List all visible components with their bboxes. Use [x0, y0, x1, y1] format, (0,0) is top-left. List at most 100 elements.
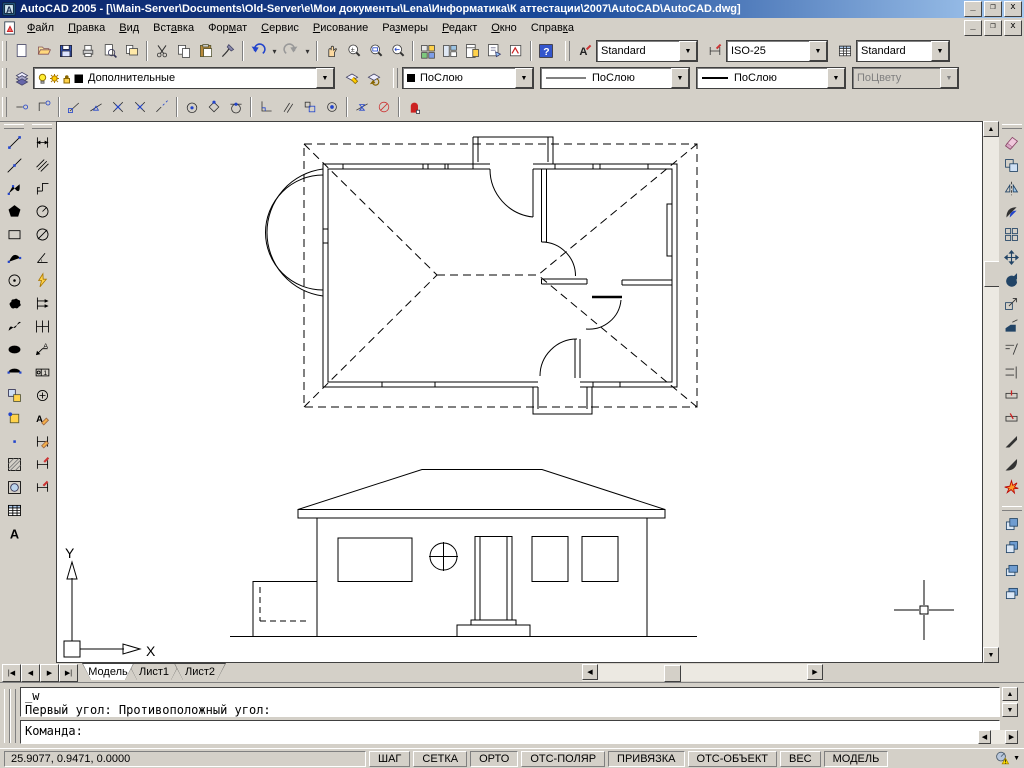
dim-ordinate-button[interactable] — [31, 177, 53, 200]
properties-button[interactable] — [417, 40, 439, 62]
layers-toolbar-grip[interactable] — [2, 68, 7, 88]
tab-model[interactable]: Модель — [82, 663, 134, 680]
send-to-back-button[interactable] — [1001, 536, 1023, 559]
snap-none-button[interactable] — [373, 96, 395, 118]
next-tab-button[interactable]: ▶ — [40, 664, 59, 682]
command-h-scrollbar[interactable]: ◀ ▶ — [978, 730, 1018, 744]
hatch-button[interactable] — [3, 453, 25, 476]
layer-previous-button[interactable] — [363, 67, 385, 89]
snap-perpendicular-button[interactable] — [255, 96, 277, 118]
new-button[interactable] — [11, 40, 33, 62]
bring-to-front-button[interactable] — [1001, 513, 1023, 536]
menu-окно[interactable]: Окно — [484, 20, 524, 36]
paste-button[interactable] — [195, 40, 217, 62]
plot-button[interactable] — [77, 40, 99, 62]
scroll-left-button[interactable]: ◀ — [582, 664, 598, 680]
publish-button[interactable] — [121, 40, 143, 62]
dim-radius-button[interactable] — [31, 200, 53, 223]
snap-insert-button[interactable] — [299, 96, 321, 118]
communication-center-icon[interactable]: ! — [995, 751, 1011, 767]
osnap-toolbar-grip[interactable] — [2, 96, 7, 117]
child-close-button[interactable]: x — [1004, 20, 1022, 36]
save-button[interactable] — [55, 40, 77, 62]
lineweight-combo[interactable]: ПоСлою ▼ — [696, 67, 846, 89]
insert-block-button[interactable] — [3, 384, 25, 407]
status-toggle-сетка[interactable]: СЕТКА — [413, 750, 468, 767]
chevron-down-icon[interactable]: ▼ — [316, 68, 334, 88]
drawing-canvas[interactable]: YX — [56, 121, 983, 663]
construction-line-button[interactable] — [3, 154, 25, 177]
snap-intersection-button[interactable] — [107, 96, 129, 118]
status-tray-chevron-icon[interactable]: ▼ — [1013, 755, 1020, 762]
dim-text-edit-button[interactable] — [31, 430, 53, 453]
osnap-settings-button[interactable] — [403, 96, 425, 118]
center-mark-button[interactable] — [31, 384, 53, 407]
array-button[interactable] — [1001, 223, 1023, 246]
color-combo[interactable]: ПоСлою ▼ — [402, 67, 534, 89]
break-at-point-button[interactable] — [1001, 384, 1023, 407]
command-window[interactable]: _w Первый угол: Противоположный угол: ▲ … — [0, 682, 1024, 748]
status-toggle-шаг[interactable]: ШАГ — [369, 750, 411, 767]
redo-button[interactable] — [280, 40, 302, 62]
scroll-right-button[interactable]: ▶ — [1005, 730, 1018, 744]
snap-parallel-button[interactable] — [277, 96, 299, 118]
styles-toolbar-grip[interactable] — [565, 41, 570, 61]
fillet-button[interactable] — [1001, 453, 1023, 476]
undo-button[interactable] — [247, 40, 269, 62]
multiline-text-button[interactable]: A — [3, 522, 25, 545]
break-button[interactable] — [1001, 407, 1023, 430]
command-scrollbar[interactable]: ▲ ▼ — [1002, 687, 1018, 717]
open-button[interactable] — [33, 40, 55, 62]
snap-midpoint-button[interactable] — [85, 96, 107, 118]
chevron-down-icon[interactable]: ▼ — [671, 68, 689, 88]
dim-continue-button[interactable] — [31, 315, 53, 338]
snap-apparent-intersection-button[interactable] — [129, 96, 151, 118]
layer-properties-manager-button[interactable] — [11, 67, 33, 89]
help-button[interactable]: ? — [535, 40, 557, 62]
child-minimize-button[interactable]: _ — [964, 20, 982, 36]
snap-center-button[interactable] — [181, 96, 203, 118]
tab-layout2[interactable]: Лист2 — [174, 663, 226, 680]
chevron-down-icon[interactable]: ▼ — [679, 41, 697, 61]
command-window-grip[interactable] — [10, 689, 16, 743]
dim-update-button[interactable] — [31, 453, 53, 476]
plot-preview-button[interactable] — [99, 40, 121, 62]
table-style-button[interactable] — [834, 40, 856, 62]
dim-aligned-button[interactable] — [31, 154, 53, 177]
toolbar-grip[interactable] — [2, 41, 7, 61]
chevron-down-icon[interactable]: ▼ — [931, 41, 949, 61]
snap-nearest-button[interactable] — [351, 96, 373, 118]
line-button[interactable] — [3, 131, 25, 154]
chamfer-button[interactable] — [1001, 430, 1023, 453]
extend-button[interactable] — [1001, 361, 1023, 384]
explode-button[interactable] — [1001, 476, 1023, 499]
menu-формат[interactable]: Формат — [201, 20, 254, 36]
command-history[interactable]: _w Первый угол: Противоположный угол: — [20, 687, 1000, 717]
offset-button[interactable] — [1001, 200, 1023, 223]
zoom-window-button[interactable] — [365, 40, 387, 62]
toolbar-grip[interactable] — [1001, 506, 1022, 511]
quick-dimension-button[interactable] — [31, 269, 53, 292]
properties-toolbar-grip[interactable] — [393, 68, 398, 88]
menu-вставка[interactable]: Вставка — [146, 20, 201, 36]
spline-button[interactable] — [3, 315, 25, 338]
chevron-down-icon[interactable]: ▼ — [827, 68, 845, 88]
chevron-down-icon[interactable]: ▼ — [809, 41, 827, 61]
make-object-layer-current-button[interactable] — [341, 67, 363, 89]
scroll-right-button[interactable]: ▶ — [807, 664, 823, 680]
dim-linear-button[interactable] — [31, 131, 53, 154]
toolbar-grip[interactable] — [4, 124, 24, 129]
designcenter-button[interactable] — [439, 40, 461, 62]
menu-правка[interactable]: Правка — [61, 20, 112, 36]
scale-button[interactable] — [1001, 292, 1023, 315]
ellipse-arc-button[interactable] — [3, 361, 25, 384]
menu-рисование[interactable]: Рисование — [306, 20, 375, 36]
snap-quadrant-button[interactable] — [203, 96, 225, 118]
make-block-button[interactable] — [3, 407, 25, 430]
pan-button[interactable] — [321, 40, 343, 62]
minimize-button[interactable]: _ — [964, 1, 982, 17]
snap-endpoint-button[interactable] — [63, 96, 85, 118]
trim-button[interactable] — [1001, 338, 1023, 361]
close-button[interactable]: x — [1004, 1, 1022, 17]
menu-вид[interactable]: Вид — [112, 20, 146, 36]
